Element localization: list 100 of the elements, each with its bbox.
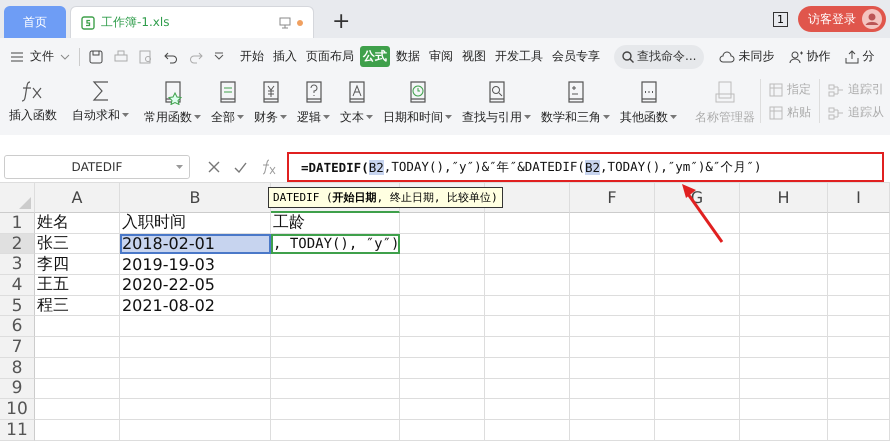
formula-input[interactable]: =DATEDIF(B2,TODAY(),″y″)&″年″&DATEDIF(B2,TODAY(),″ym″)&″个月″)	[287, 152, 884, 182]
table-cell[interactable]: 2019-19-03	[120, 254, 271, 276]
table-cell[interactable]	[570, 337, 655, 358]
table-cell[interactable]	[485, 213, 570, 234]
table-cell[interactable]	[828, 399, 890, 420]
table-cell[interactable]	[120, 337, 271, 358]
table-cell[interactable]	[655, 358, 740, 378]
editing-cell[interactable]: , TODAY(), ″y″)	[271, 234, 400, 254]
table-cell[interactable]	[655, 234, 740, 254]
table-cell[interactable]	[120, 420, 271, 441]
table-cell[interactable]	[740, 316, 828, 338]
window-count[interactable]: 1	[773, 12, 788, 26]
table-cell[interactable]	[740, 378, 828, 400]
select-all-icon[interactable]	[19, 197, 31, 209]
table-cell[interactable]	[120, 316, 271, 338]
table-cell[interactable]	[35, 316, 120, 338]
monitor-icon[interactable]	[279, 16, 291, 28]
row-header[interactable]: 1	[0, 213, 35, 234]
table-cell[interactable]	[828, 337, 890, 358]
table-cell[interactable]	[271, 275, 400, 296]
undo-icon[interactable]	[164, 50, 178, 64]
row-header[interactable]: 9	[0, 378, 35, 400]
table-cell[interactable]	[655, 275, 740, 296]
table-cell[interactable]	[828, 358, 890, 378]
table-cell[interactable]	[828, 378, 890, 400]
table-cell[interactable]	[570, 275, 655, 296]
table-cell[interactable]	[655, 213, 740, 234]
table-cell[interactable]	[570, 213, 655, 234]
print-icon[interactable]	[114, 50, 128, 64]
login-button[interactable]: 访客登录	[798, 6, 886, 32]
table-cell[interactable]	[828, 234, 890, 254]
ribbon-button[interactable]: 逻辑	[292, 79, 335, 126]
file-menu[interactable]: 文件	[27, 46, 57, 67]
table-cell[interactable]: 2021-08-02	[120, 296, 271, 316]
table-cell[interactable]	[740, 234, 828, 254]
redo-icon[interactable]	[189, 50, 203, 64]
table-cell[interactable]	[485, 399, 570, 420]
row-header[interactable]: 3	[0, 254, 35, 276]
ribbon-tab[interactable]: 页面布局	[303, 46, 357, 67]
table-cell[interactable]	[35, 378, 120, 400]
ribbon-tab[interactable]: 数据	[393, 46, 423, 67]
row-header[interactable]: 8	[0, 358, 35, 378]
row-header[interactable]: 4	[0, 275, 35, 296]
toolbar-button[interactable]: 协作	[789, 48, 830, 65]
check-icon[interactable]	[234, 162, 247, 172]
ribbon-button[interactable]: 文本	[335, 79, 378, 126]
toolbar-button[interactable]: 分	[845, 48, 874, 65]
table-cell[interactable]	[655, 316, 740, 338]
table-cell[interactable]	[485, 234, 570, 254]
table-cell[interactable]	[271, 296, 400, 316]
table-cell[interactable]: 程三	[35, 296, 120, 316]
selected-cell[interactable]: 2018-02-01	[120, 234, 271, 254]
table-cell[interactable]	[740, 213, 828, 234]
ribbon-tab[interactable]: 审阅	[426, 46, 456, 67]
table-cell[interactable]	[271, 316, 400, 338]
table-cell[interactable]	[740, 420, 828, 441]
table-cell[interactable]	[485, 316, 570, 338]
column-header[interactable]: B	[120, 183, 271, 213]
table-cell[interactable]	[271, 254, 400, 276]
table-cell[interactable]	[400, 399, 485, 420]
table-cell[interactable]	[570, 399, 655, 420]
ribbon-button[interactable]: 日期和时间	[378, 79, 457, 126]
table-cell[interactable]	[570, 254, 655, 276]
table-cell[interactable]	[570, 358, 655, 378]
table-cell[interactable]	[828, 316, 890, 338]
ribbon-button[interactable]: 插入函数	[4, 79, 62, 124]
table-cell[interactable]	[828, 254, 890, 276]
function-icon[interactable]	[261, 159, 277, 175]
column-header[interactable]: H	[740, 183, 828, 213]
search-field[interactable]: 查找命令...	[614, 44, 704, 68]
table-cell[interactable]	[828, 213, 890, 234]
table-cell[interactable]	[655, 420, 740, 441]
table-cell[interactable]	[828, 420, 890, 441]
dropdown-icon[interactable]	[214, 52, 224, 62]
ribbon-button[interactable]: 其他函数	[615, 79, 682, 126]
table-cell[interactable]	[35, 420, 120, 441]
table-cell[interactable]	[400, 254, 485, 276]
close-icon[interactable]	[208, 161, 220, 173]
table-cell[interactable]: 工龄	[271, 213, 400, 234]
table-cell[interactable]	[655, 296, 740, 316]
table-cell[interactable]	[655, 378, 740, 400]
table-cell[interactable]	[828, 275, 890, 296]
ribbon-button[interactable]: 数学和三角	[536, 79, 615, 126]
ribbon-button[interactable]: 财务	[249, 79, 292, 126]
table-cell[interactable]	[570, 420, 655, 441]
table-cell[interactable]: 李四	[35, 254, 120, 276]
table-cell[interactable]	[740, 254, 828, 276]
row-header[interactable]: 6	[0, 316, 35, 338]
table-cell[interactable]	[271, 420, 400, 441]
ribbon-tab[interactable]: 视图	[459, 46, 489, 67]
table-cell[interactable]	[570, 378, 655, 400]
table-cell[interactable]	[120, 378, 271, 400]
table-cell[interactable]	[271, 378, 400, 400]
ribbon-button[interactable]: 常用函数	[139, 79, 206, 126]
table-cell[interactable]	[400, 213, 485, 234]
name-box[interactable]: DATEDIF	[4, 155, 190, 179]
table-cell[interactable]	[400, 316, 485, 338]
table-cell[interactable]	[740, 337, 828, 358]
table-cell[interactable]	[271, 399, 400, 420]
table-cell[interactable]	[400, 378, 485, 400]
